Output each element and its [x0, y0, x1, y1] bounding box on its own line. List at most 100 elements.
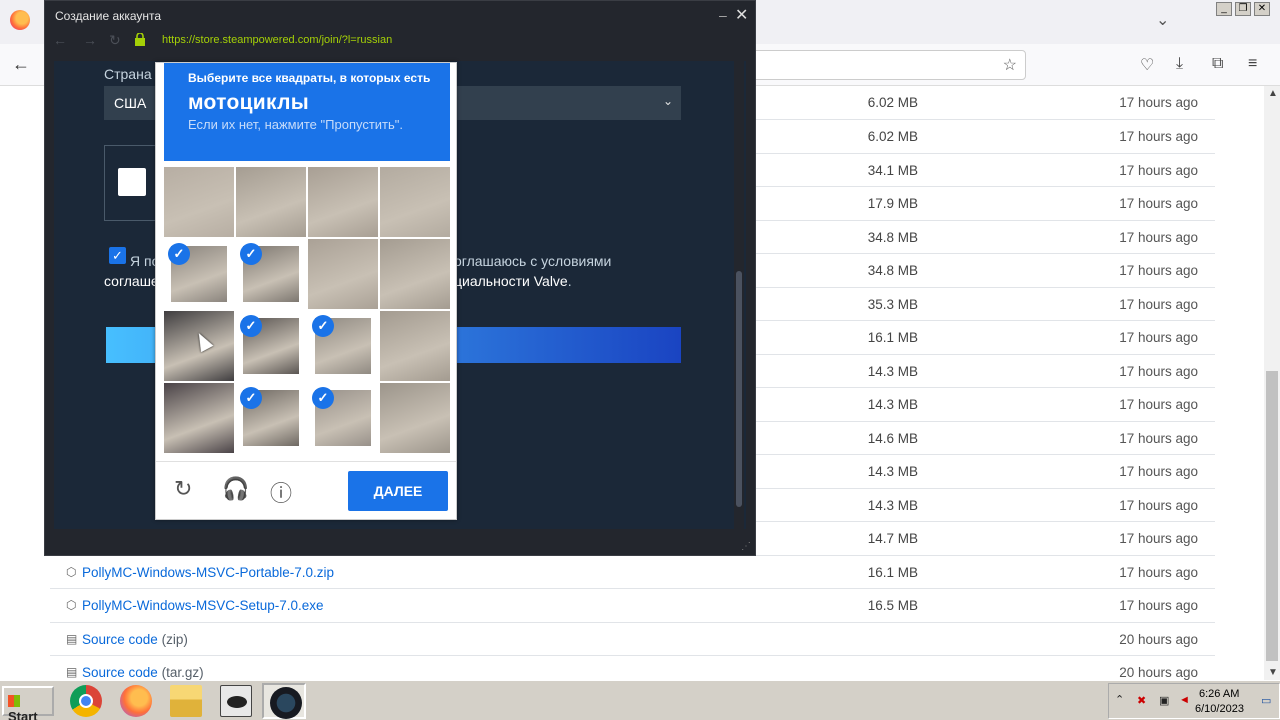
close-icon[interactable]: ✕: [1254, 2, 1270, 16]
asset-size: 14.3 MB: [867, 397, 918, 412]
captcha-tile[interactable]: [308, 239, 378, 309]
download-icon[interactable]: ⤓: [1176, 55, 1183, 73]
captcha-tile[interactable]: ✓: [236, 239, 306, 309]
minimize-icon[interactable]: –: [719, 7, 727, 23]
agree-checkbox[interactable]: ✓: [109, 247, 126, 264]
firefox-icon[interactable]: [114, 683, 158, 719]
next-button[interactable]: ДАЛЕЕ: [348, 471, 448, 511]
asset-size: 6.02 MB: [867, 129, 918, 144]
agree-text-end: оглашаюсь с условиями: [454, 253, 612, 269]
minimize-icon[interactable]: _: [1216, 2, 1232, 16]
scroll-up-icon[interactable]: ▲: [1268, 88, 1278, 99]
check-icon: ✓: [240, 315, 262, 337]
info-icon[interactable]: ⓘ: [270, 476, 292, 508]
asset-size: 16.1 MB: [867, 330, 918, 345]
app-eye-icon[interactable]: [214, 683, 258, 719]
pocket-icon[interactable]: ♡: [1140, 55, 1154, 75]
package-icon: ⬡: [66, 564, 77, 579]
captcha-tile[interactable]: [308, 167, 378, 237]
recaptcha-checkbox[interactable]: [118, 168, 146, 196]
captcha-tile-image: [380, 311, 450, 381]
menu-icon[interactable]: ≡: [1248, 55, 1257, 73]
steam-url: https://store.steampowered.com/join/?l=r…: [162, 34, 393, 46]
network-icon[interactable]: ▣: [1159, 694, 1173, 708]
captcha-tile[interactable]: ✓: [236, 383, 306, 453]
back-button[interactable]: ←: [12, 54, 30, 75]
network-error-icon[interactable]: ✖: [1137, 694, 1151, 708]
asset-timestamp: 17 hours ago: [1119, 397, 1198, 412]
asset-size: 34.1 MB: [867, 162, 918, 178]
chrome-icon[interactable]: [64, 683, 108, 719]
forward-arrow-icon[interactable]: →: [83, 32, 97, 48]
captcha-tile[interactable]: ✓: [236, 311, 306, 381]
captcha-tile[interactable]: [380, 167, 450, 237]
recaptcha-header: Выберите все квадраты, в которых есть мо…: [164, 63, 450, 161]
reload-icon[interactable]: ↻: [109, 32, 121, 49]
asset-timestamp: 20 hours ago: [1119, 631, 1198, 647]
firefox-logo-icon: [10, 10, 30, 30]
extensions-icon[interactable]: ⧉: [1212, 55, 1223, 73]
asset-size: 34.8 MB: [867, 263, 918, 278]
check-icon: ✓: [312, 387, 334, 409]
captcha-tile[interactable]: [380, 311, 450, 381]
captcha-tile[interactable]: ✓: [308, 311, 378, 381]
resize-grip-icon[interactable]: ⋰: [741, 541, 751, 552]
clock-date[interactable]: 6/10/2023: [1195, 703, 1244, 715]
captcha-tile[interactable]: [164, 383, 234, 453]
recaptcha-image-grid: ✓ ✓ ✓ ✓ ✓ ✓: [164, 167, 450, 453]
captcha-tile[interactable]: [380, 239, 450, 309]
steam-icon[interactable]: [262, 683, 306, 719]
asset-timestamp: 17 hours ago: [1119, 363, 1198, 379]
volume-muted-icon[interactable]: ◄: [1179, 694, 1193, 708]
steam-nav-bar: ← → ↻ https://store.steampowered.com/joi…: [45, 29, 755, 53]
asset-size: 17.9 MB: [867, 196, 918, 211]
captcha-tile[interactable]: ✓: [308, 383, 378, 453]
start-button[interactable]: Start: [2, 686, 54, 720]
asset-link[interactable]: PollyMC-Windows-MSVC-Setup-7.0.exe: [82, 598, 324, 613]
captcha-tile-image: [380, 167, 450, 237]
steam-scrollbar[interactable]: [734, 61, 744, 531]
captcha-tile[interactable]: [380, 383, 450, 453]
window-title: Создание аккаунта: [55, 9, 162, 23]
scrollbar-thumb[interactable]: [1266, 371, 1278, 661]
recaptcha-instruction: Выберите все квадраты, в которых есть: [188, 71, 431, 85]
reload-icon[interactable]: ↻: [174, 476, 192, 502]
asset-timestamp: 17 hours ago: [1119, 598, 1198, 613]
recaptcha-target: мотоциклы: [188, 91, 309, 114]
asset-timestamp: 17 hours ago: [1119, 162, 1198, 178]
asset-link[interactable]: Source code (zip): [82, 632, 188, 647]
captcha-tile[interactable]: ✓: [164, 239, 234, 309]
captcha-tile-image: [164, 167, 234, 237]
captcha-tile[interactable]: [164, 167, 234, 237]
asset-timestamp: 17 hours ago: [1119, 497, 1198, 513]
asset-row: ⬡ PollyMC-Windows-MSVC-Portable-7.0.zip 16…: [50, 556, 1215, 589]
asset-row: ▤ Source code (zip) 20 hours ago: [50, 623, 1215, 656]
restore-icon[interactable]: ❐: [1235, 2, 1251, 16]
asset-timestamp: 17 hours ago: [1119, 196, 1198, 211]
clock-time[interactable]: 6:26 AM: [1199, 688, 1239, 700]
asset-size: 34.8 MB: [867, 229, 918, 245]
asset-timestamp: 17 hours ago: [1119, 263, 1198, 278]
privacy-policy-link[interactable]: циальности Valve.: [454, 273, 572, 289]
asset-row: ⬡ PollyMC-Windows-MSVC-Setup-7.0.exe 16.5 …: [50, 589, 1215, 623]
asset-size: 14.3 MB: [867, 363, 918, 379]
agreement-link[interactable]: соглаше: [104, 273, 159, 289]
scrollbar-thumb[interactable]: [736, 271, 742, 507]
back-arrow-icon[interactable]: ←: [53, 32, 67, 48]
check-icon: ✓: [240, 387, 262, 409]
asset-link[interactable]: PollyMC-Windows-MSVC-Portable-7.0.zip: [82, 565, 334, 580]
url-bar[interactable]: ☆: [740, 50, 1026, 80]
scroll-down-icon[interactable]: ▼: [1268, 667, 1278, 678]
list-all-tabs-icon[interactable]: ⌄: [1156, 10, 1169, 30]
bookmark-star-icon[interactable]: ☆: [1003, 55, 1017, 75]
captcha-tile[interactable]: [236, 167, 306, 237]
asset-timestamp: 17 hours ago: [1119, 564, 1198, 580]
page-scrollbar[interactable]: ▲ ▼: [1264, 86, 1280, 680]
asset-timestamp: 17 hours ago: [1119, 330, 1198, 345]
close-icon[interactable]: ✕: [735, 5, 748, 25]
headphones-icon[interactable]: 🎧: [222, 476, 249, 502]
asset-link[interactable]: Source code (tar.gz): [82, 665, 204, 680]
tray-expand-icon[interactable]: ⌃: [1115, 693, 1129, 707]
notification-icon[interactable]: ▭: [1261, 694, 1275, 708]
explorer-icon[interactable]: [164, 683, 208, 719]
